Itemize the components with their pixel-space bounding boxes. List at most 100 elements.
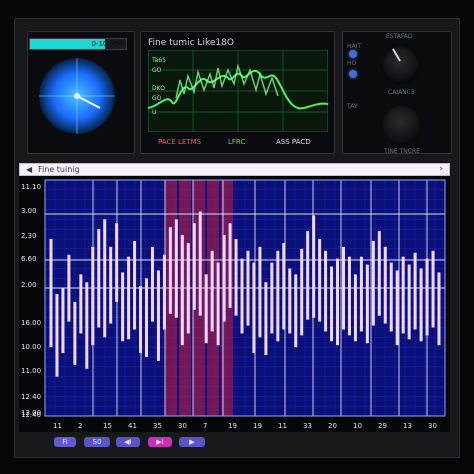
legend-item-3: ASS PACD (276, 138, 311, 146)
x-tick-label: 19 (228, 422, 237, 430)
range-bar (282, 242, 286, 330)
range-bar (389, 262, 393, 332)
range-bar (359, 256, 363, 332)
range-bar (145, 278, 149, 357)
x-tick-label: 7 (203, 422, 207, 430)
x-tick-label: 20 (328, 422, 337, 430)
toolbar-button-play[interactable]: ▶ (179, 437, 205, 447)
oscilloscope: Ta65 GO DKO GO U (148, 50, 328, 132)
x-tick-label: 11 (53, 422, 62, 430)
range-bar (318, 239, 322, 322)
scope-label-3: DKO (152, 85, 165, 92)
control-label-ho: HO (347, 60, 357, 67)
status-light-2[interactable] (349, 70, 357, 78)
y-tick-label: 2.00 (21, 281, 37, 289)
range-bar (276, 250, 280, 342)
x-tick-label: 29 (378, 422, 387, 430)
range-bar (234, 239, 238, 316)
range-bar (413, 252, 417, 330)
level-label: 0-10-MM (91, 40, 123, 48)
chart-header: ◀ Fine tuinig › (19, 163, 450, 176)
range-bar (270, 262, 274, 334)
range-bar (324, 250, 328, 332)
range-bar (336, 258, 340, 346)
scope-label-4: GO (152, 95, 162, 102)
range-bar (300, 248, 304, 336)
y-tick-label: 12.00 (21, 409, 41, 417)
knob1-bottom-label: CAIANC3 (388, 89, 415, 96)
range-bar (168, 227, 172, 314)
toolbar-button-prev[interactable]: ◀I (116, 437, 140, 447)
range-bar (395, 270, 399, 346)
chart-title: Fine tuinig (38, 165, 80, 174)
x-tick-label: 30 (428, 422, 437, 430)
range-bar (437, 272, 441, 346)
chart-prev-button[interactable]: ◀ (26, 165, 32, 174)
range-bar (330, 266, 334, 342)
range-bar (139, 286, 143, 354)
toolbar-button-fi[interactable]: Fi (54, 437, 76, 447)
y-tick-label: 16.00 (21, 319, 41, 327)
range-bar (306, 231, 310, 320)
range-bar (222, 235, 226, 322)
tuning-knob-2[interactable] (381, 104, 423, 146)
range-bar (49, 239, 53, 348)
range-bar (312, 215, 316, 318)
x-tick-label: 33 (303, 422, 312, 430)
y-tick-label: 2.30 (21, 232, 37, 240)
toolbar-button-next[interactable]: ▶I (148, 437, 172, 447)
legend-item-1: PACE LETMS (158, 138, 202, 146)
x-tick-label: 35 (153, 422, 162, 430)
range-bar (341, 246, 345, 330)
range-bar (264, 282, 268, 356)
y-tick-label: 6.60 (21, 255, 37, 263)
range-bar (425, 258, 429, 336)
y-tick-label: 11.10 (21, 183, 41, 191)
range-bar (67, 254, 71, 322)
radar-dial (38, 57, 116, 135)
y-tick-label: 12.40 (21, 393, 41, 401)
x-tick-label: 13 (403, 422, 412, 430)
range-bar (61, 288, 65, 354)
range-bar (198, 211, 202, 316)
legend-item-2: LFRC (228, 138, 246, 146)
status-light-1[interactable] (349, 50, 357, 58)
range-bar (288, 268, 292, 334)
range-bar (180, 235, 184, 346)
toolbar-button-s0[interactable]: S0 (84, 437, 110, 447)
range-bar (91, 246, 95, 346)
range-bar (103, 219, 107, 338)
range-bar (365, 264, 369, 344)
range-bar (109, 246, 113, 324)
range-bar (133, 240, 137, 330)
tuning-knob-1[interactable] (381, 45, 421, 85)
x-tick-label: 30 (178, 422, 187, 430)
range-bar (162, 254, 166, 330)
y-tick-label: 11.00 (21, 367, 41, 375)
level-bar: 0-10-MM (29, 38, 127, 50)
range-bar (127, 256, 131, 340)
scope-legend: PACE LETMS LFRC ASS PACD (158, 138, 328, 148)
range-bar (407, 264, 411, 340)
chart-next-button[interactable]: › (439, 164, 443, 174)
range-bar (156, 270, 160, 361)
x-tick-label: 2 (78, 422, 82, 430)
range-bar (192, 223, 196, 310)
y-tick-label: 3.00 (21, 207, 37, 215)
range-bar (419, 268, 423, 342)
range-bar (115, 223, 119, 302)
range-bar (121, 272, 125, 342)
scope-label-2: GO (152, 67, 162, 74)
chevron-right-icon: › (439, 164, 443, 174)
range-bar (258, 246, 262, 338)
range-bar (294, 274, 298, 348)
x-tick-label: 15 (103, 422, 112, 430)
range-bar (216, 262, 220, 346)
range-bar (79, 274, 83, 334)
control-label-hait: HAIT (347, 43, 362, 50)
triangle-left-icon: ◀ (26, 165, 33, 174)
range-bar (383, 246, 387, 324)
knob2-bottom-label: TINE TNCRE (384, 148, 420, 155)
chart-toolbar: Fi S0 ◀I ▶I ▶ (54, 437, 214, 449)
scope-title: Fine tumic Like18O (148, 38, 234, 48)
